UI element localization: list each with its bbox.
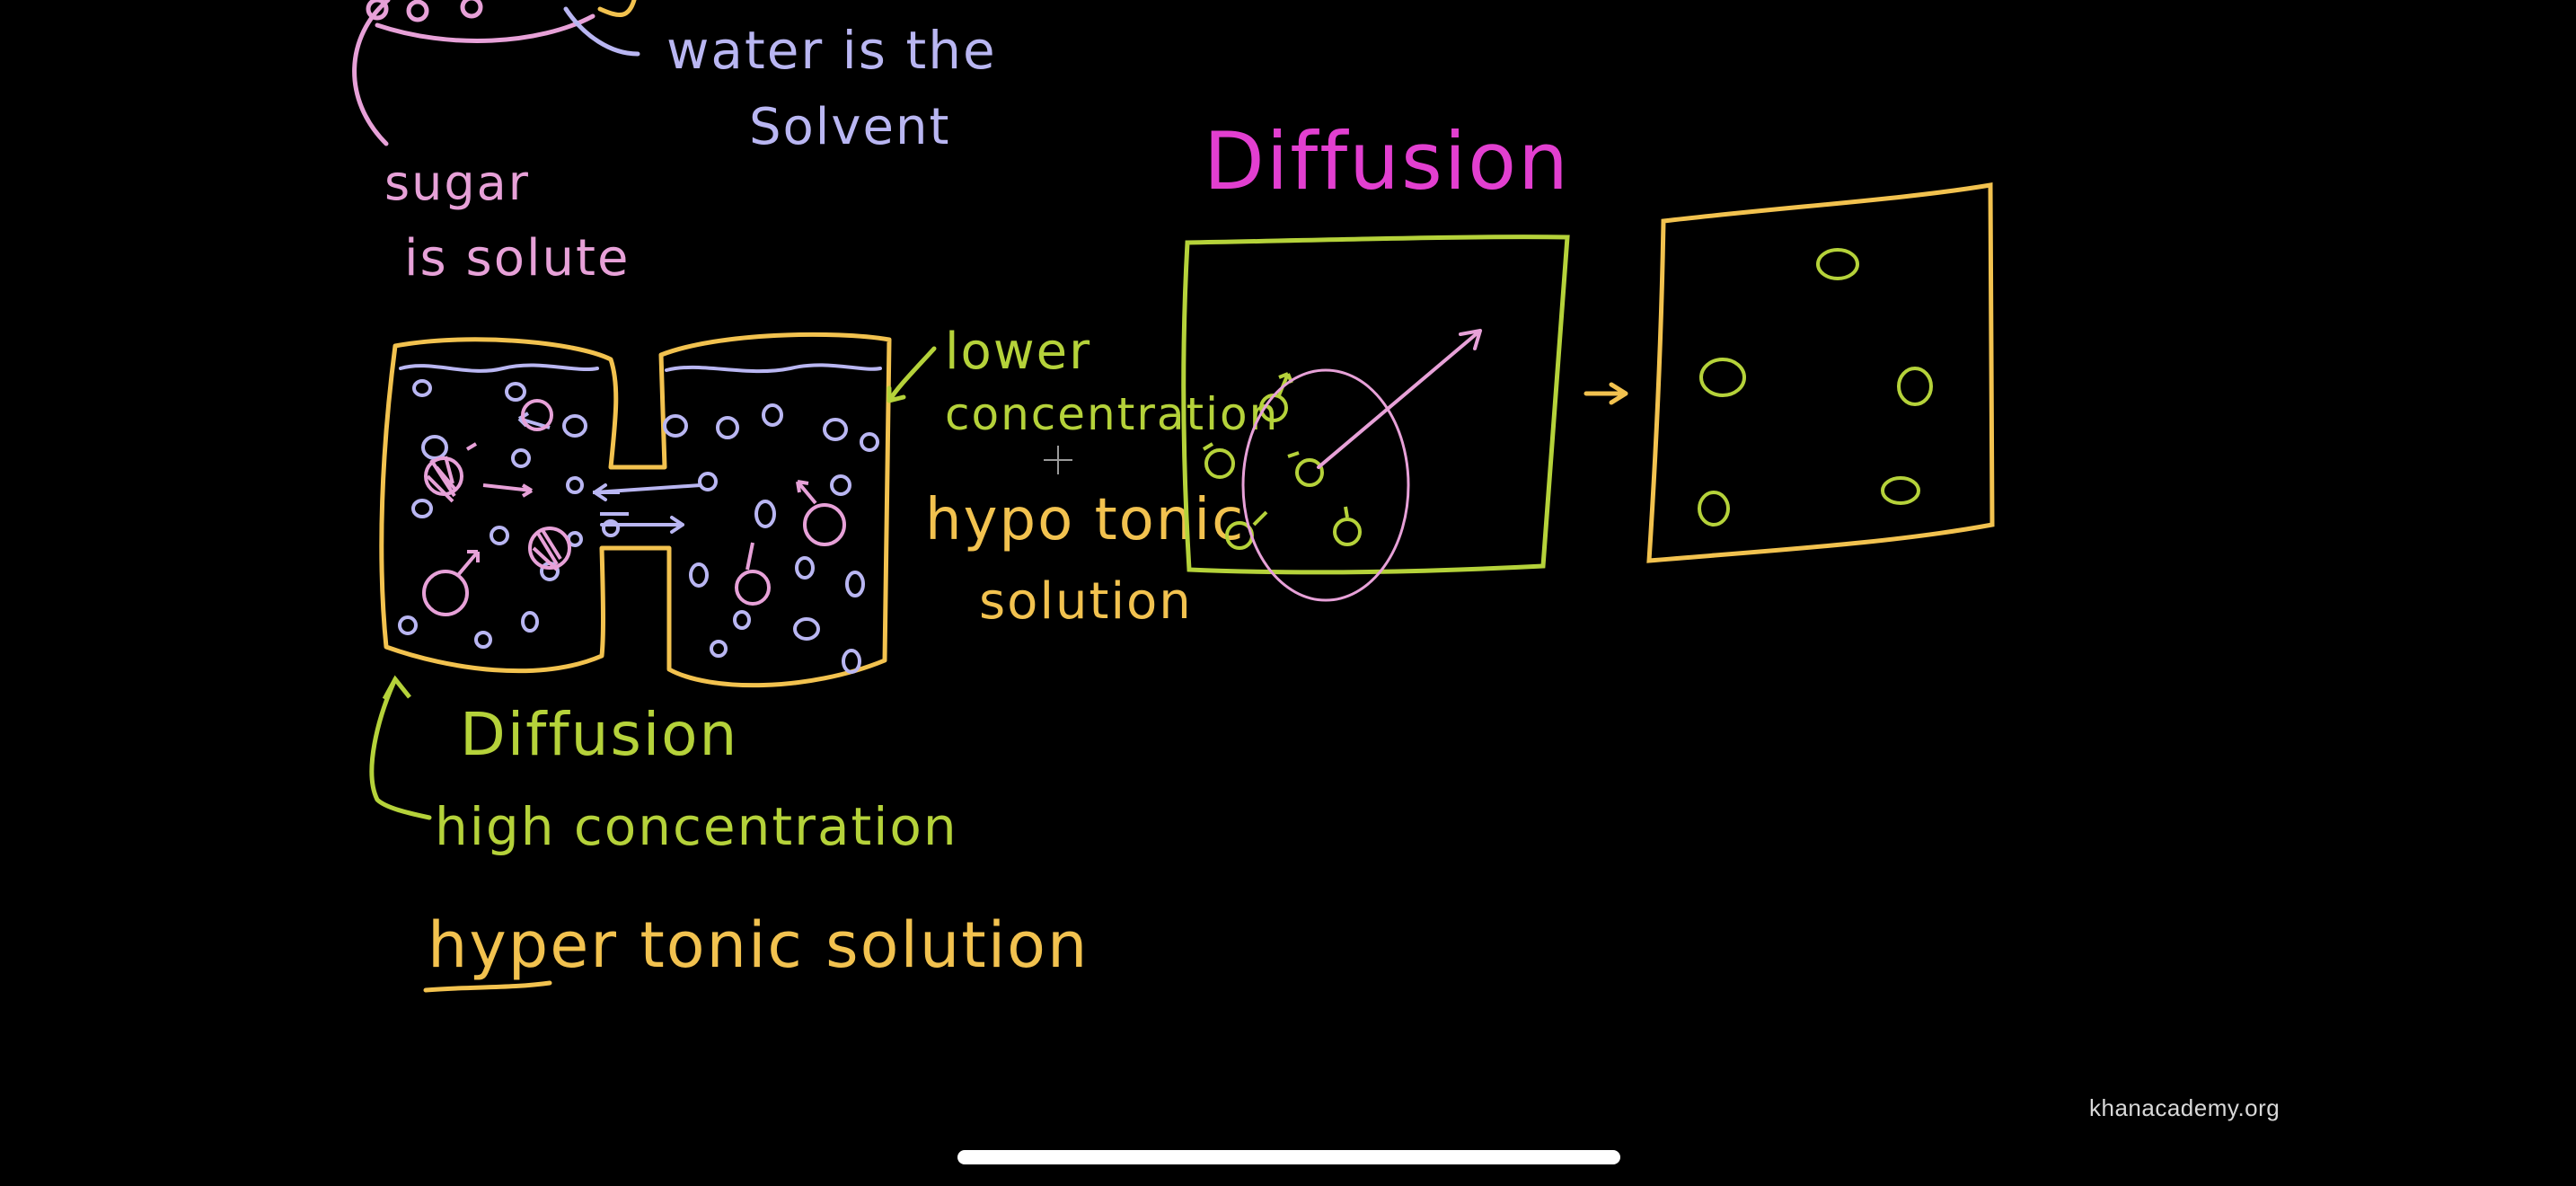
pink-diffusion-arrow [1317, 329, 1482, 469]
label-is-solute: is solute [404, 229, 630, 288]
label-high-concentration: high concentration [435, 796, 958, 857]
label-sugar: sugar [384, 155, 530, 211]
top-left-sugar-sketch [352, 0, 595, 146]
label-solution: solution [979, 572, 1193, 631]
green-tick [382, 675, 411, 701]
crosshair-icon [1044, 446, 1072, 474]
yellow-tick-top [597, 0, 637, 18]
drawing-canvas[interactable]: water is the Solvent sugar is solute Dif… [0, 0, 2576, 1186]
green-bracket-left [369, 677, 432, 820]
label-solvent: Solvent [749, 98, 950, 156]
sugar-molecules [422, 399, 846, 616]
label-water-is-the: water is the [666, 20, 997, 81]
title-diffusion-magenta: Diffusion [1204, 115, 1570, 208]
arrow-right-icon [1584, 382, 1628, 405]
label-lower: lower [945, 323, 1091, 381]
label-hypotonic: hypo tonic [925, 487, 1245, 553]
label-concentration: concentration [945, 388, 1279, 440]
green-pointer-lower-concentration [887, 346, 937, 403]
water-surface-lines [399, 363, 882, 374]
lavender-pointer-line [563, 6, 640, 57]
label-diffusion-green: Diffusion [460, 700, 738, 769]
home-indicator-bar[interactable] [957, 1150, 1620, 1164]
underline-hyper [423, 980, 552, 993]
watermark: khanacademy.org [2089, 1094, 2280, 1121]
diffusion-box-after [1646, 182, 1995, 563]
label-hypertonic-solution: hyper tonic solution [428, 908, 1089, 982]
pink-focus-circle [1241, 368, 1410, 602]
flow-arrows [593, 483, 702, 534]
